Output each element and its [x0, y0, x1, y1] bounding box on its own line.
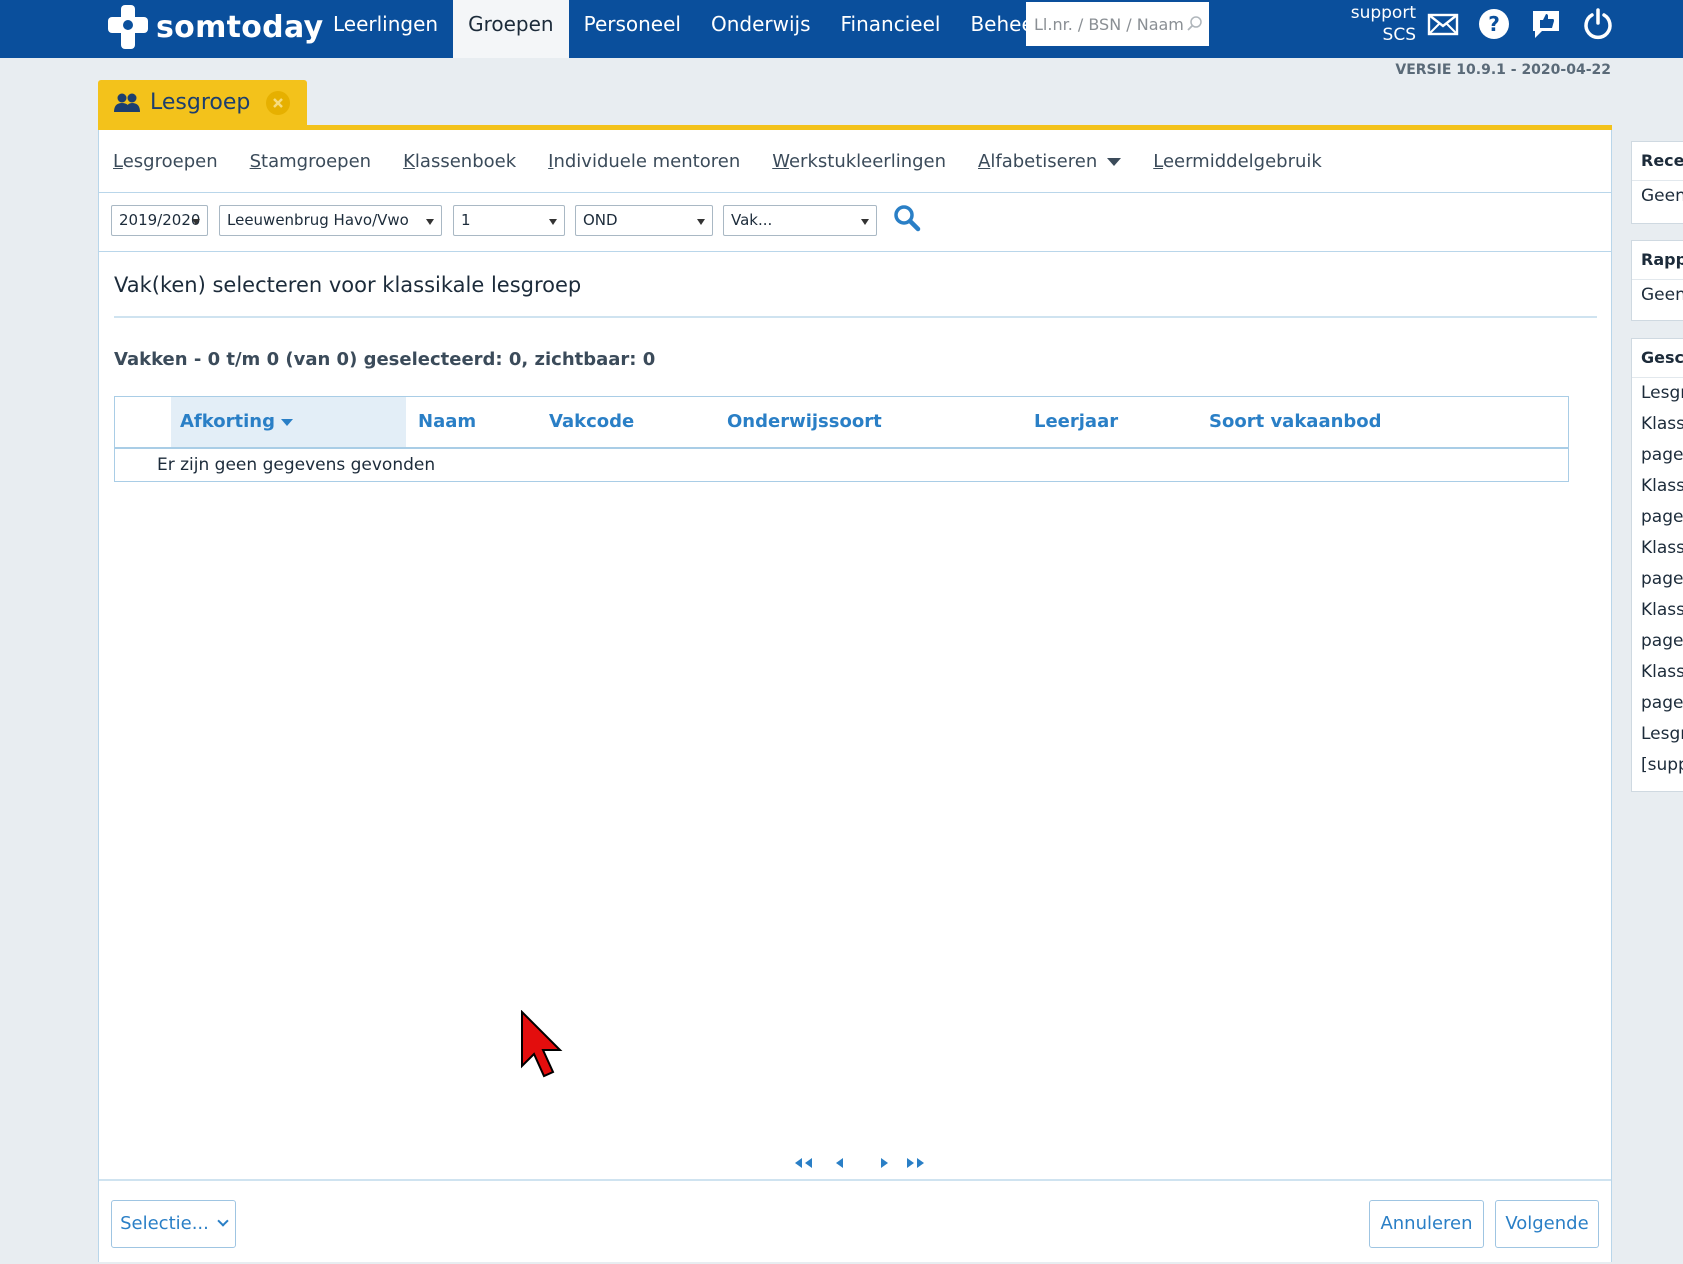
mail-icon[interactable]	[1427, 8, 1459, 40]
rapport-title: Rappo	[1632, 241, 1683, 280]
logo-text: somtoday	[156, 9, 324, 45]
version-label: VERSIE 10.9.1 - 2020-04-22	[1395, 62, 1611, 78]
main-panel: Lesgroepen Stamgroepen Klassenboek Indiv…	[98, 130, 1612, 1262]
subnav-alfabetiseren-label: Alfabetiseren	[978, 150, 1098, 172]
selectie-button[interactable]: Selectie...	[111, 1200, 236, 1248]
subnav-klassenboek[interactable]: Klassenboek	[403, 151, 516, 172]
history-item[interactable]: page2	[1632, 502, 1683, 533]
svg-text:?: ?	[1488, 12, 1500, 36]
help-icon[interactable]: ?	[1478, 8, 1510, 40]
close-icon[interactable]	[266, 91, 290, 115]
empty-message: Er zijn geen gegevens gevonden	[157, 455, 436, 475]
sort-desc-icon	[280, 418, 293, 426]
feedback-icon[interactable]	[1530, 8, 1562, 40]
column-header-vakcode[interactable]: Vakcode	[540, 397, 634, 447]
onderwijssoort-select[interactable]: OND	[575, 205, 713, 236]
tab-lesgroep[interactable]: Lesgroep	[98, 80, 307, 125]
subnav-leermiddelgebruik[interactable]: Leermiddelgebruik	[1153, 151, 1322, 172]
logo[interactable]: somtoday	[108, 5, 323, 49]
nav-personeel[interactable]: Personeel	[569, 0, 696, 58]
pagination	[789, 1152, 935, 1174]
recent-panel: Recen Geen	[1631, 141, 1683, 224]
logo-icon	[108, 5, 148, 49]
history-item[interactable]: Klassi	[1632, 409, 1683, 440]
result-summary: Vakken - 0 t/m 0 (van 0) geselecteerd: 0…	[114, 349, 656, 370]
nav-groepen[interactable]: Groepen	[453, 0, 569, 58]
column-header-soort-vakaanbod[interactable]: Soort vakaanbod	[1200, 397, 1382, 447]
vak-select[interactable]: Vak...	[723, 205, 877, 236]
subnav-werkstukleerlingen[interactable]: Werkstukleerlingen	[772, 151, 946, 172]
power-icon[interactable]	[1582, 8, 1614, 40]
users-icon	[114, 93, 140, 112]
user-name: support	[1350, 3, 1416, 23]
user-account[interactable]: support SCS	[1328, 2, 1416, 46]
history-item[interactable]: Klassi	[1632, 533, 1683, 564]
leerjaar-select[interactable]: 1	[453, 205, 565, 236]
top-bar: somtoday Leerlingen Groepen Personeel On…	[0, 0, 1683, 58]
search-icon[interactable]	[892, 203, 922, 233]
chevron-down-icon	[1107, 157, 1122, 166]
subnav-individuele-mentoren[interactable]: Individuele mentoren	[548, 151, 740, 172]
search-icon	[1187, 16, 1202, 31]
history-item[interactable]: Klassi	[1632, 471, 1683, 502]
column-header-afkorting[interactable]: Afkorting	[171, 397, 406, 447]
column-header-leerjaar[interactable]: Leerjaar	[1025, 397, 1118, 447]
action-footer: Selectie... Annuleren Volgende	[99, 1179, 1611, 1264]
subnav-stamgroepen[interactable]: Stamgroepen	[250, 151, 372, 172]
history-item[interactable]: page3	[1632, 440, 1683, 471]
tab-label: Lesgroep	[150, 90, 251, 115]
history-item[interactable]: Lesgr	[1632, 719, 1683, 750]
subnav-lesgroepen[interactable]: Lesgroepen	[113, 151, 218, 172]
geschiedenis-title: Gesch	[1632, 339, 1683, 378]
nav-onderwijs[interactable]: Onderwijs	[696, 0, 826, 58]
recent-title: Recen	[1632, 142, 1683, 181]
volgende-button[interactable]: Volgende	[1495, 1200, 1599, 1248]
vestiging-select[interactable]: Leeuwenbrug Havo/Vwo	[219, 205, 442, 236]
column-header-naam[interactable]: Naam	[409, 397, 476, 447]
user-org: SCS	[1382, 25, 1416, 45]
vakken-table: Afkorting Naam Vakcode Onderwijssoort Le…	[114, 396, 1569, 482]
nav-leerlingen[interactable]: Leerlingen	[318, 0, 453, 58]
schooljaar-select[interactable]: 2019/2020	[111, 205, 208, 236]
subnav-alfabetiseren[interactable]: Alfabetiseren	[978, 150, 1122, 172]
history-item[interactable]: page1	[1632, 564, 1683, 595]
first-page-icon[interactable]	[789, 1152, 823, 1174]
rapport-panel: Rappo Geen	[1631, 240, 1683, 321]
recent-item: Geen	[1641, 186, 1683, 206]
history-item[interactable]: Lesgr	[1632, 378, 1683, 409]
nav-financieel[interactable]: Financieel	[826, 0, 956, 58]
history-item[interactable]: page1	[1632, 626, 1683, 657]
table-header: Afkorting Naam Vakcode Onderwijssoort Le…	[115, 397, 1568, 449]
history-item[interactable]: [supp	[1632, 750, 1683, 781]
main-nav: Leerlingen Groepen Personeel Onderwijs F…	[318, 0, 1057, 58]
rapport-item: Geen	[1641, 285, 1683, 305]
filter-bar: 2019/2020 Leeuwenbrug Havo/Vwo 1 OND Vak…	[99, 193, 1611, 252]
last-page-icon[interactable]	[901, 1152, 935, 1174]
chevron-down-icon	[217, 1215, 229, 1227]
annuleren-button[interactable]: Annuleren	[1369, 1200, 1484, 1248]
previous-page-icon[interactable]	[823, 1152, 857, 1174]
next-page-icon[interactable]	[867, 1152, 901, 1174]
history-item[interactable]: Klassi	[1632, 657, 1683, 688]
column-header-onderwijssoort[interactable]: Onderwijssoort	[718, 397, 882, 447]
title-divider	[114, 316, 1597, 318]
quick-search-input[interactable]	[1032, 13, 1186, 35]
sub-navigation: Lesgroepen Stamgroepen Klassenboek Indiv…	[99, 130, 1611, 193]
page-title: Vak(ken) selecteren voor klassikale lesg…	[114, 273, 582, 297]
geschiedenis-panel: Gesch Lesgr Klassi page3 Klassi page2 Kl…	[1631, 338, 1683, 792]
history-item[interactable]: page1	[1632, 688, 1683, 719]
quick-search	[1026, 2, 1209, 46]
history-item[interactable]: Klassi	[1632, 595, 1683, 626]
